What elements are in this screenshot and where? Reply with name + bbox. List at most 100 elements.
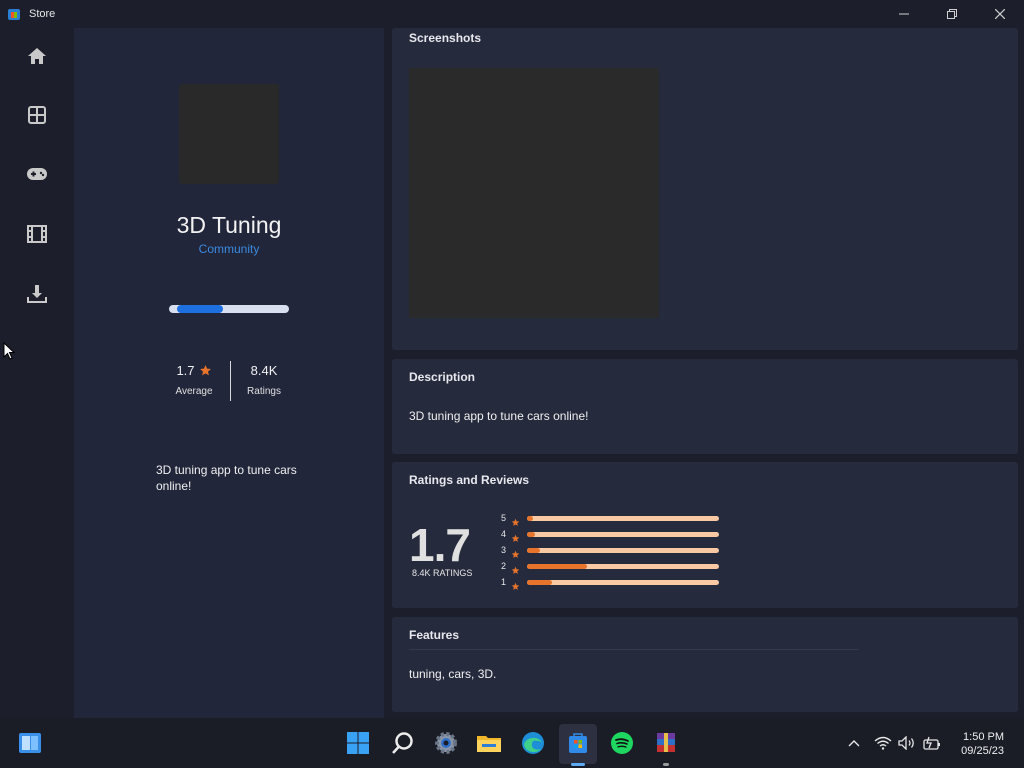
- rating-bar-fill: [527, 564, 587, 569]
- rating-bar-row: 1: [501, 577, 721, 590]
- battery-button[interactable]: [923, 734, 941, 752]
- ratings-card: Ratings and Reviews 1.7 8.4K RATINGS 5 4 3…: [392, 462, 1018, 608]
- rating-bar-stars: 5: [501, 513, 507, 523]
- features-card: Features tuning, cars, 3D.: [392, 617, 1018, 712]
- winrar-running-indicator: [663, 763, 669, 766]
- nav-gaming[interactable]: [21, 158, 53, 190]
- rating-bar-stars: 2: [501, 561, 507, 571]
- star-icon: [511, 578, 520, 590]
- star-icon: [199, 365, 211, 376]
- edge-icon: [522, 732, 544, 754]
- edge-button[interactable]: [517, 727, 549, 759]
- short-description: 3D tuning app to tune cars online!: [156, 463, 297, 493]
- screenshots-card: Screenshots: [392, 28, 1018, 350]
- rating-bar-fill: [527, 516, 533, 521]
- stat-divider: [230, 361, 231, 401]
- features-text: tuning, cars, 3D.: [409, 667, 497, 681]
- nav-movies[interactable]: [21, 218, 53, 250]
- app-logo: [179, 84, 279, 184]
- clock-date: 09/25/23: [961, 745, 1004, 757]
- clock-time: 1:50 PM: [963, 731, 1004, 743]
- rating-bar-track: [527, 580, 719, 585]
- rating-bar-row: 3: [501, 545, 721, 558]
- winrar-button[interactable]: [650, 727, 682, 759]
- search-icon: [392, 732, 413, 754]
- restore-icon: [947, 9, 957, 19]
- average-label: Average: [175, 386, 213, 397]
- window-controls: [880, 0, 1024, 28]
- spotify-icon: [611, 732, 633, 754]
- rating-bar-fill: [527, 532, 535, 537]
- settings-button[interactable]: [430, 727, 462, 759]
- ratings-count-value: 8.4K: [250, 363, 278, 378]
- rating-bar-row: 5: [501, 513, 721, 526]
- big-rating-value: 1.7: [409, 519, 471, 571]
- rating-bar-fill: [527, 580, 552, 585]
- volume-icon: [898, 736, 914, 750]
- close-button[interactable]: [976, 0, 1024, 28]
- spotify-button[interactable]: [606, 727, 638, 759]
- minimize-button[interactable]: [880, 0, 928, 28]
- rating-bar-track: [527, 564, 719, 569]
- nav-downloads[interactable]: [21, 278, 53, 310]
- features-divider: [409, 649, 858, 650]
- rating-bar-stars: 1: [501, 577, 507, 587]
- mouse-cursor-icon: [3, 342, 15, 360]
- description-text: 3D tuning app to tune cars online!: [409, 409, 589, 423]
- clock[interactable]: 1:50 PM 09/25/23: [961, 730, 1004, 758]
- widgets-button[interactable]: [14, 727, 46, 759]
- wifi-icon: [874, 736, 892, 750]
- rating-bar-row: 4: [501, 529, 721, 542]
- ratings-title: Ratings and Reviews: [409, 473, 530, 487]
- download-icon: [27, 285, 47, 303]
- film-icon: [27, 225, 47, 243]
- restore-button[interactable]: [928, 0, 976, 28]
- description-title: Description: [409, 370, 476, 384]
- average-rating-value: 1.7: [176, 363, 195, 378]
- store-icon: [7, 7, 21, 21]
- battery-icon: [923, 736, 940, 750]
- start-button[interactable]: [342, 727, 374, 759]
- rating-bar-track: [527, 516, 719, 521]
- wifi-button[interactable]: [874, 734, 892, 752]
- app-title: 3D Tuning: [176, 212, 282, 238]
- ratings-count-label: 8.4K RATINGS: [412, 568, 473, 578]
- minimize-icon: [899, 13, 909, 15]
- install-progress-fill: [177, 305, 223, 313]
- home-icon: [28, 48, 46, 64]
- app-info-panel: 3D Tuning Community 1.7 Average 8.4K Rat…: [74, 28, 384, 718]
- title-bar: Store: [0, 0, 1024, 28]
- publisher-link[interactable]: Community: [74, 242, 384, 256]
- close-icon: [995, 9, 1005, 19]
- settings-icon: [435, 732, 457, 754]
- rating-bar-track: [527, 548, 719, 553]
- ratings-count-stat: 8.4K Ratings: [239, 363, 289, 397]
- nav-home[interactable]: [21, 40, 53, 72]
- install-progress-bar: [169, 305, 289, 313]
- star-icon: [511, 546, 520, 558]
- search-button[interactable]: [387, 727, 419, 759]
- rating-bar-row: 2: [501, 561, 721, 574]
- star-icon: [511, 514, 520, 526]
- rating-bar-fill: [527, 548, 541, 553]
- file-explorer-button[interactable]: [473, 727, 505, 759]
- winrar-icon: [657, 733, 675, 752]
- rating-bar-stars: 4: [501, 529, 507, 539]
- gamepad-icon: [27, 168, 47, 180]
- tray-overflow-button[interactable]: [845, 734, 863, 752]
- file-explorer-icon: [477, 736, 501, 752]
- rating-bar-track: [527, 532, 719, 537]
- star-icon: [511, 562, 520, 574]
- average-rating-stat: 1.7 Average: [164, 363, 224, 397]
- volume-button[interactable]: [898, 734, 916, 752]
- widgets-icon: [19, 733, 41, 753]
- rating-bar-stars: 3: [501, 545, 507, 555]
- nav-apps[interactable]: [21, 99, 53, 131]
- store-icon: [569, 733, 587, 753]
- window-title: Store: [29, 8, 56, 20]
- screenshot-thumbnail[interactable]: [409, 68, 659, 318]
- store-button[interactable]: [562, 727, 594, 759]
- taskbar: 1:50 PM 09/25/23: [0, 718, 1024, 768]
- apps-grid-icon: [28, 106, 46, 124]
- chevron-up-icon: [848, 740, 860, 747]
